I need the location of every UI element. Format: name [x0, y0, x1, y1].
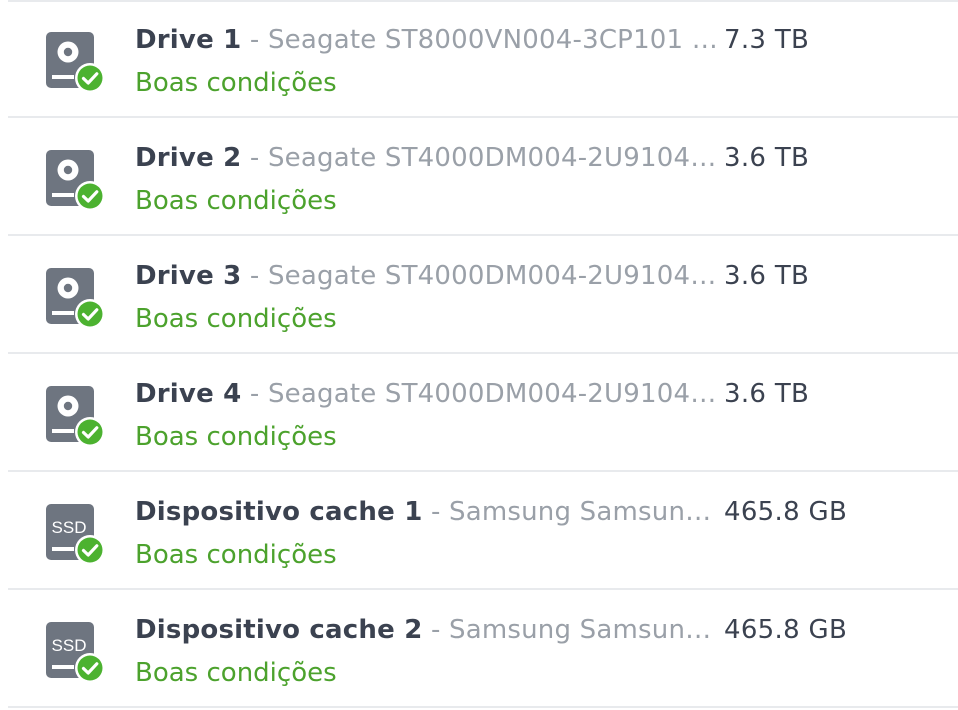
title-separator: -: [241, 261, 268, 291]
device-status: Boas condições: [135, 658, 337, 688]
title-separator: -: [422, 615, 450, 645]
ssd-icon: SSD: [44, 502, 108, 566]
device-capacity: 3.6 TB: [724, 379, 810, 409]
device-capacity: 465.8 GB: [724, 497, 848, 527]
device-model: Seagate ST4000DM004-2U9104…: [267, 261, 715, 291]
ssd-icon-label: SSD: [52, 636, 87, 655]
device-model: Seagate ST4000DM004-2U9104…: [267, 143, 715, 173]
title-separator: -: [241, 143, 268, 173]
device-title: Dispositivo cache 1 - Samsung Samsun…: [135, 495, 715, 529]
title-separator: -: [241, 379, 268, 409]
device-status: Boas condições: [135, 304, 337, 334]
hdd-icon: [44, 30, 108, 94]
device-title: Drive 1 - Seagate ST8000VN004-3CP101 …: [135, 23, 715, 57]
device-name: Dispositivo cache 1: [135, 497, 423, 527]
row-divider: [8, 706, 958, 708]
title-separator: -: [241, 25, 268, 55]
device-capacity: 465.8 GB: [724, 615, 848, 645]
device-model: Seagate ST8000VN004-3CP101 …: [267, 25, 715, 55]
storage-device-list: Drive 1 - Seagate ST8000VN004-3CP101 … 7…: [0, 0, 958, 710]
device-row-drive-3[interactable]: Drive 3 - Seagate ST4000DM004-2U9104… 3.…: [0, 236, 958, 354]
device-row-drive-1[interactable]: Drive 1 - Seagate ST8000VN004-3CP101 … 7…: [0, 0, 958, 118]
hdd-icon: [44, 266, 108, 330]
device-capacity: 3.6 TB: [724, 261, 810, 291]
hdd-icon: [44, 384, 108, 448]
device-row-cache-1[interactable]: SSD Dispositivo cache 1 - Samsung Samsun…: [0, 472, 958, 590]
device-capacity: 7.3 TB: [724, 25, 810, 55]
device-title: Dispositivo cache 2 - Samsung Samsun…: [135, 613, 715, 647]
title-separator: -: [422, 497, 450, 527]
device-status: Boas condições: [135, 422, 337, 452]
device-status: Boas condições: [135, 186, 337, 216]
device-name: Drive 2: [135, 143, 242, 173]
device-name: Drive 4: [135, 379, 242, 409]
device-row-drive-4[interactable]: Drive 4 - Seagate ST4000DM004-2U9104… 3.…: [0, 354, 958, 472]
ssd-icon: SSD: [44, 620, 108, 684]
device-title: Drive 2 - Seagate ST4000DM004-2U9104…: [135, 141, 715, 175]
device-name: Drive 3: [135, 261, 242, 291]
device-row-cache-2[interactable]: SSD Dispositivo cache 2 - Samsung Samsun…: [0, 590, 958, 708]
device-title: Drive 3 - Seagate ST4000DM004-2U9104…: [135, 259, 715, 293]
device-name: Drive 1: [135, 25, 242, 55]
device-title: Drive 4 - Seagate ST4000DM004-2U9104…: [135, 377, 715, 411]
device-model: Samsung Samsun…: [449, 615, 712, 645]
device-model: Seagate ST4000DM004-2U9104…: [267, 379, 715, 409]
device-capacity: 3.6 TB: [724, 143, 810, 173]
device-name: Dispositivo cache 2: [135, 615, 423, 645]
ssd-icon-label: SSD: [52, 518, 87, 537]
device-row-drive-2[interactable]: Drive 2 - Seagate ST4000DM004-2U9104… 3.…: [0, 118, 958, 236]
device-model: Samsung Samsun…: [449, 497, 712, 527]
hdd-icon: [44, 148, 108, 212]
device-status: Boas condições: [135, 540, 337, 570]
device-status: Boas condições: [135, 68, 337, 98]
